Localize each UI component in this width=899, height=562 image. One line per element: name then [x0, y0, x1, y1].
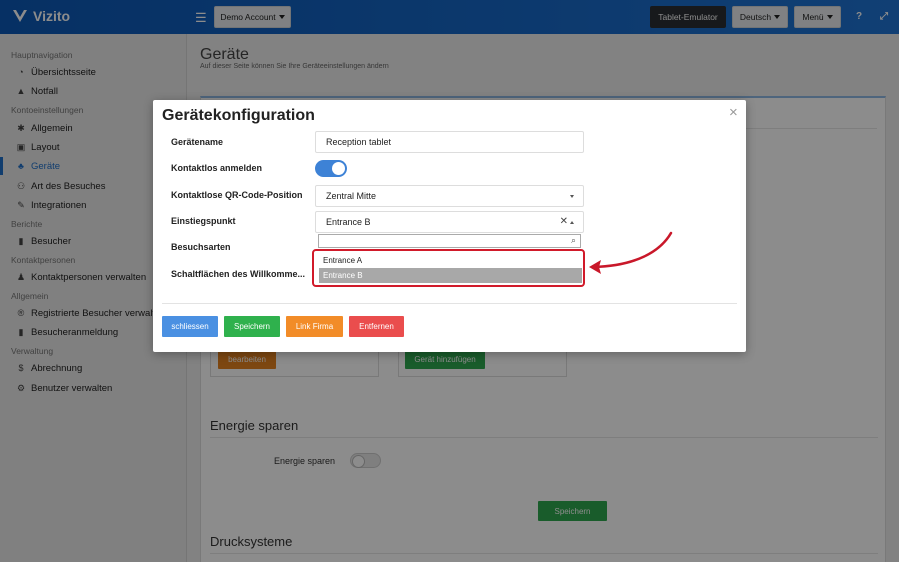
entry-point-value: Entrance B: [326, 217, 371, 227]
annotation-arrow-icon: [589, 231, 673, 274]
option-entrance-b[interactable]: Entrance B: [319, 268, 582, 283]
remove-label: Entfernen: [359, 322, 394, 331]
qr-position-label: Kontaktlose QR-Code-Position: [171, 190, 303, 200]
contactless-toggle[interactable]: [315, 160, 347, 177]
close-label: schliessen: [171, 322, 209, 331]
clear-icon[interactable]: ✕: [560, 216, 568, 227]
qr-position-value: Zentral Mitte: [326, 191, 377, 201]
entry-point-label: Einstiegspunkt: [171, 216, 236, 226]
dropdown-search-input[interactable]: ⌕: [318, 234, 581, 248]
chevron-up-icon: [570, 221, 574, 224]
modal-divider: [162, 303, 737, 304]
qr-position-select[interactable]: Zentral Mitte: [315, 185, 584, 207]
close-icon[interactable]: ×: [729, 104, 738, 121]
link-company-button[interactable]: Link Firma: [286, 316, 343, 337]
search-icon: ⌕: [570, 235, 576, 245]
save-label: Speichern: [233, 322, 271, 331]
device-name-input[interactable]: Reception tablet: [315, 131, 584, 153]
option-entrance-a[interactable]: Entrance A: [319, 253, 582, 268]
save-button[interactable]: Speichern: [224, 316, 280, 337]
device-config-modal: Gerätekonfiguration × Gerätename Recepti…: [153, 100, 746, 352]
link-company-label: Link Firma: [295, 322, 334, 331]
welcome-buttons-label: Schaltflächen des Willkomme...: [171, 269, 305, 279]
contactless-label: Kontaktlos anmelden: [171, 163, 263, 173]
device-name-value: Reception tablet: [326, 137, 392, 147]
close-button[interactable]: schliessen: [162, 316, 218, 337]
device-name-label: Gerätename: [171, 137, 224, 147]
entry-point-select[interactable]: Entrance B ✕: [315, 211, 584, 233]
entry-point-options: Entrance A Entrance B: [312, 249, 585, 287]
visit-types-label: Besuchsarten: [171, 242, 231, 252]
modal-title: Gerätekonfiguration: [162, 107, 315, 124]
chevron-down-icon: [570, 195, 574, 198]
remove-button[interactable]: Entfernen: [349, 316, 404, 337]
